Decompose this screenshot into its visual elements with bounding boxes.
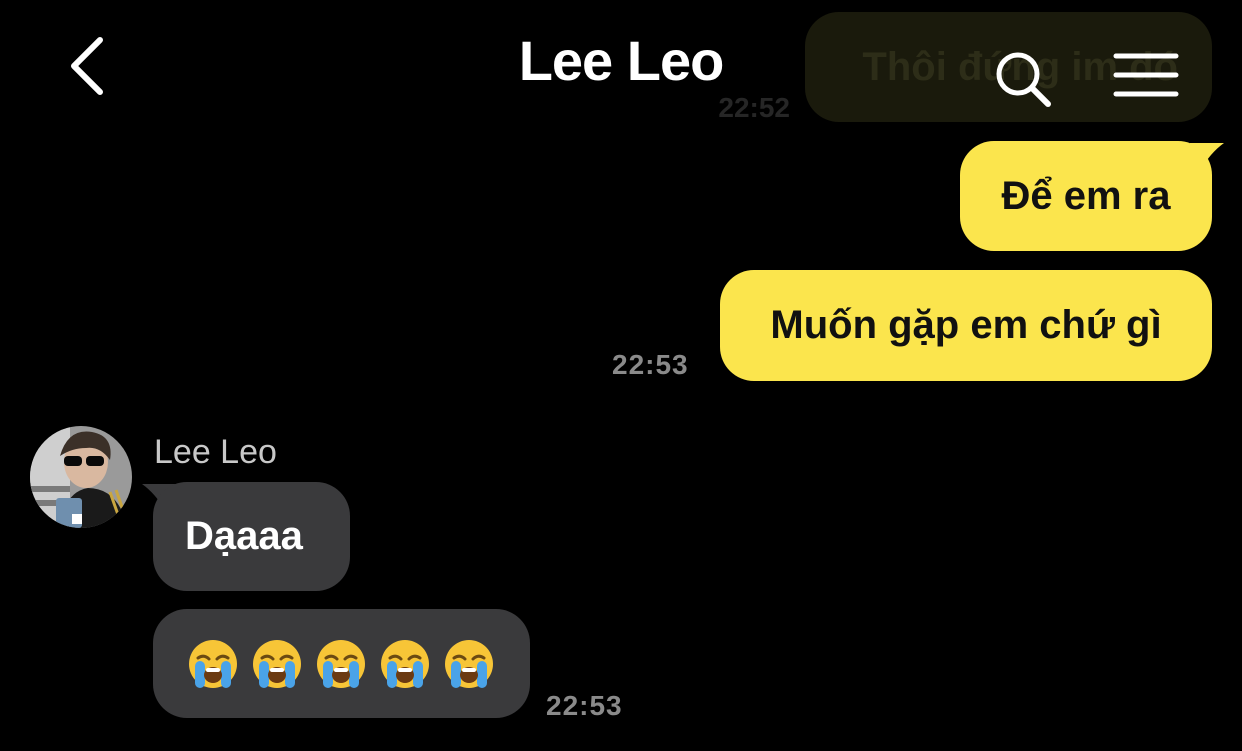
sender-name: Lee Leo (154, 433, 277, 471)
outgoing-message-bubble[interactable]: Muốn gặp em chứ gì (720, 270, 1212, 381)
message-text: Dạaaa (185, 514, 303, 558)
search-button[interactable] (992, 48, 1054, 110)
outgoing-message-bubble[interactable]: Để em ra (960, 141, 1212, 251)
loudly-crying-face-emoji (253, 639, 301, 688)
menu-button[interactable] (1112, 50, 1180, 100)
outgoing-timestamp: 22:53 (612, 349, 689, 380)
message-text: Để em ra (1001, 173, 1171, 218)
loudly-crying-face-emoji (381, 639, 429, 688)
previous-message-timestamp: 22:52 (718, 92, 790, 123)
avatar[interactable] (30, 426, 132, 528)
back-button[interactable] (60, 34, 120, 98)
incoming-emoji-message-bubble[interactable] (153, 609, 530, 718)
loudly-crying-face-emoji (445, 639, 493, 688)
search-icon (996, 52, 1051, 107)
avatar-photo (30, 426, 132, 528)
incoming-timestamp: 22:53 (546, 690, 623, 721)
hamburger-menu-icon (1113, 53, 1179, 97)
loudly-crying-face-emoji (317, 639, 365, 688)
incoming-message-bubble[interactable]: Dạaaa (153, 482, 350, 591)
loudly-crying-face-emoji (189, 639, 237, 688)
chat-title: Lee Leo (518, 29, 725, 92)
message-text: Muốn gặp em chứ gì (770, 303, 1162, 347)
chevron-left-icon (71, 37, 103, 95)
